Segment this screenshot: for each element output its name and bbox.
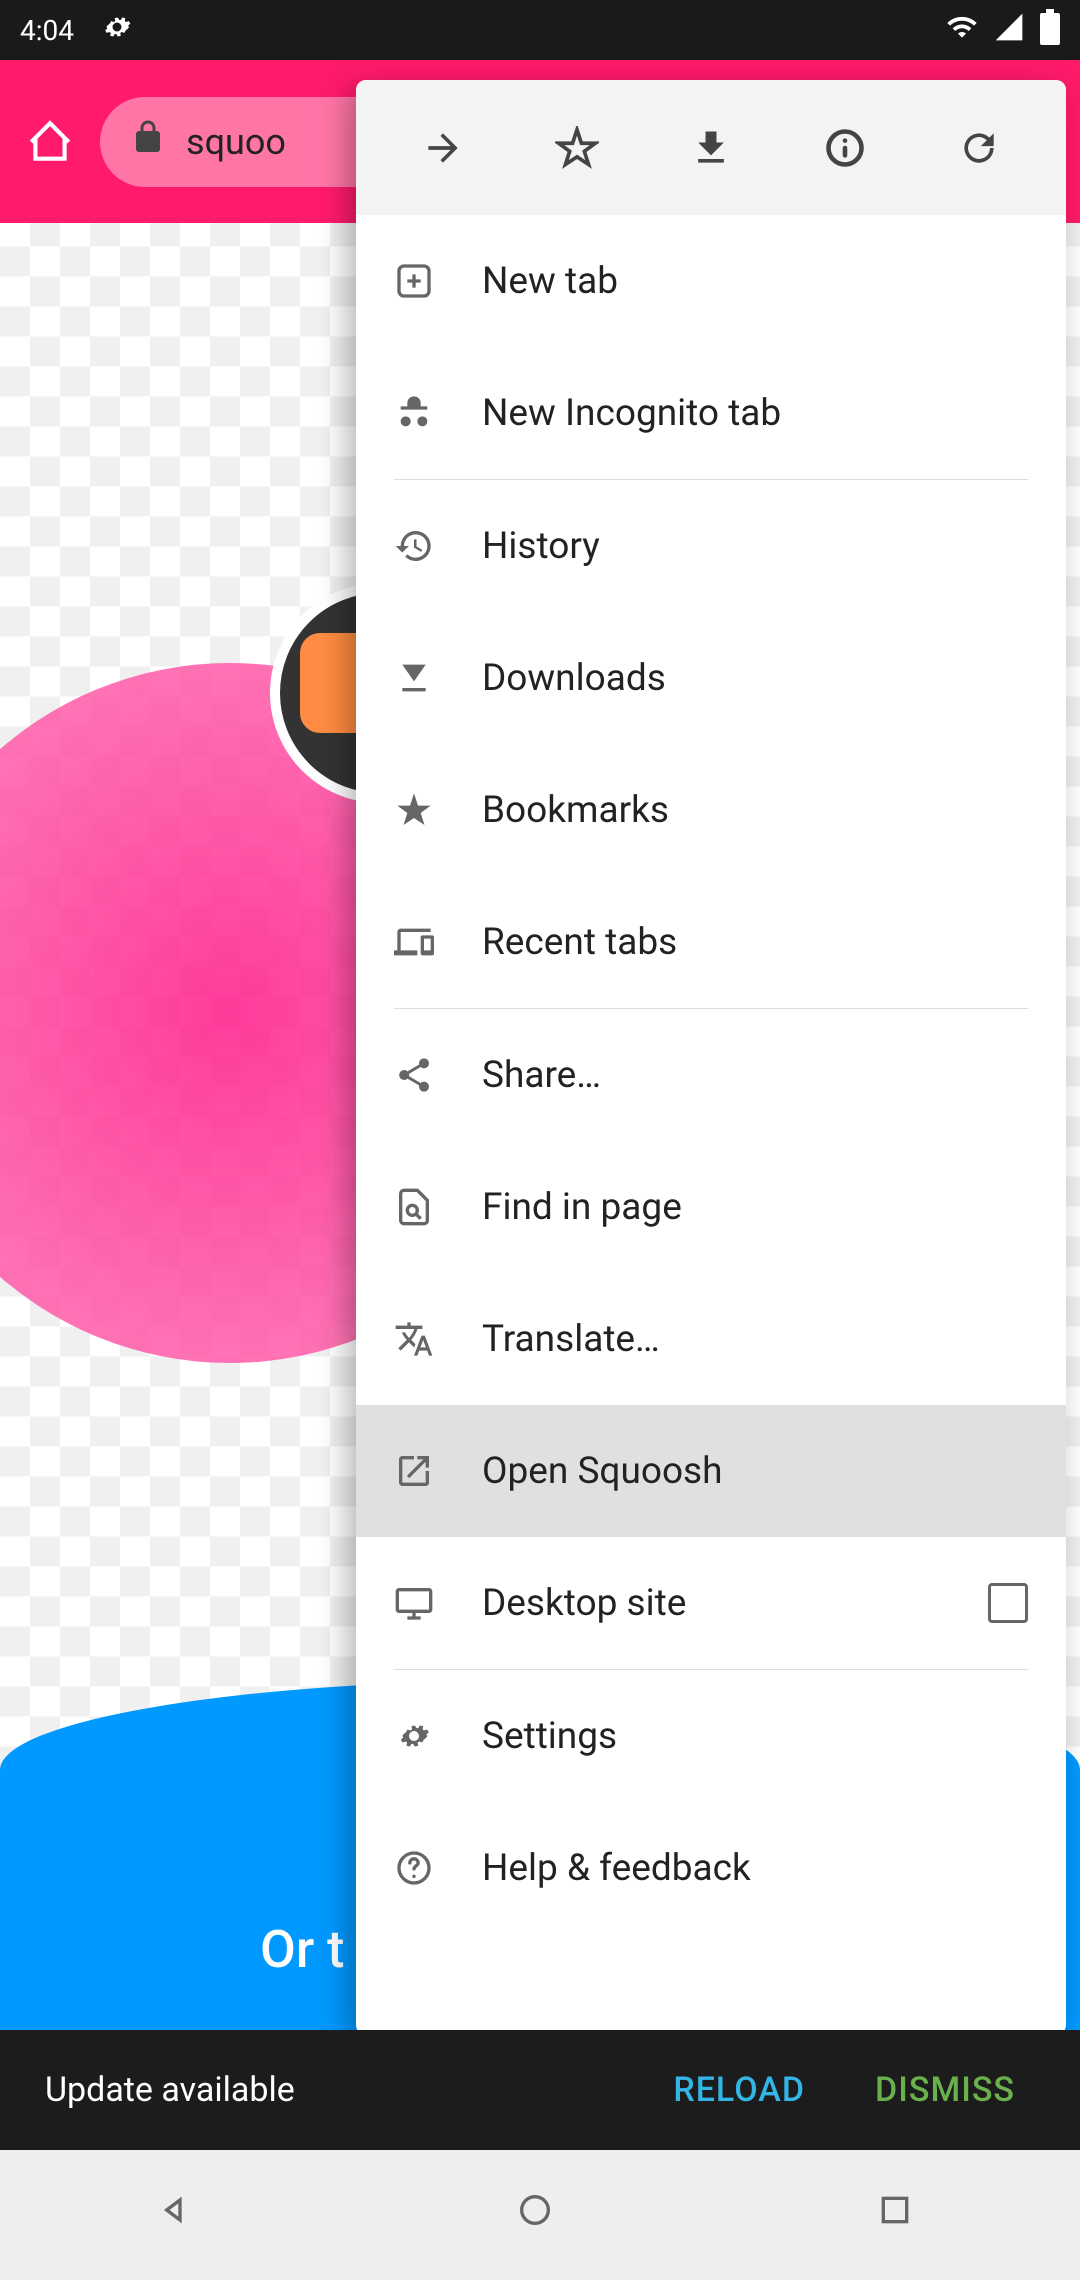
home-nav-button[interactable] <box>515 2190 565 2240</box>
help-icon <box>394 1848 434 1888</box>
menu-item-label: Bookmarks <box>482 789 1028 832</box>
back-button[interactable] <box>155 2190 205 2240</box>
menu-share[interactable]: Share… <box>356 1009 1066 1141</box>
downloads-icon <box>394 658 434 698</box>
hero-text: Or t <box>260 1919 344 1980</box>
menu-recent-tabs[interactable]: Recent tabs <box>356 876 1066 1008</box>
overview-button[interactable] <box>875 2190 925 2240</box>
menu-find[interactable]: Find in page <box>356 1141 1066 1273</box>
menu-item-label: Help & feedback <box>482 1847 1028 1890</box>
battery-icon <box>1040 9 1060 52</box>
bookmark-button[interactable] <box>537 108 617 188</box>
desktop-icon <box>394 1583 434 1623</box>
menu-settings[interactable]: Settings <box>356 1670 1066 1802</box>
history-icon <box>394 526 434 566</box>
new-tab-icon <box>394 261 434 301</box>
menu-incognito[interactable]: New Incognito tab <box>356 347 1066 479</box>
snackbar-message: Update available <box>45 2070 623 2110</box>
incognito-icon <box>394 393 434 433</box>
bookmarks-icon <box>394 790 434 830</box>
signal-icon <box>993 11 1025 50</box>
status-time: 4:04 <box>20 14 74 47</box>
menu-item-label: Find in page <box>482 1186 1028 1229</box>
menu-bookmarks[interactable]: Bookmarks <box>356 744 1066 876</box>
menu-help[interactable]: Help & feedback <box>356 1802 1066 1934</box>
update-snackbar: Update available RELOAD DISMISS <box>0 2030 1080 2150</box>
info-button[interactable] <box>805 108 885 188</box>
wifi-icon <box>946 11 978 50</box>
download-button[interactable] <box>671 108 751 188</box>
settings-icon <box>99 9 135 52</box>
menu-item-label: Open Squoosh <box>482 1450 1028 1493</box>
share-icon <box>394 1055 434 1095</box>
reload-button[interactable] <box>939 108 1019 188</box>
menu-item-label: Recent tabs <box>482 921 1028 964</box>
navigation-bar <box>0 2150 1080 2280</box>
menu-item-label: Settings <box>482 1715 1028 1758</box>
menu-item-label: Downloads <box>482 657 1028 700</box>
find-icon <box>394 1187 434 1227</box>
lock-icon <box>130 119 166 164</box>
menu-desktop-site[interactable]: Desktop site <box>356 1537 1066 1669</box>
overflow-menu: New tab New Incognito tab History Downlo… <box>356 80 1066 2035</box>
menu-translate[interactable]: Translate… <box>356 1273 1066 1405</box>
menu-toolbar <box>356 80 1066 215</box>
menu-item-label: New tab <box>482 260 1028 303</box>
menu-item-label: Share… <box>482 1054 1028 1097</box>
desktop-checkbox[interactable] <box>988 1583 1028 1623</box>
menu-history[interactable]: History <box>356 480 1066 612</box>
open-app-icon <box>394 1451 434 1491</box>
menu-item-label: Translate… <box>482 1318 1028 1361</box>
translate-icon <box>394 1319 434 1359</box>
menu-open-app[interactable]: Open Squoosh <box>356 1405 1066 1537</box>
url-text: squoo <box>186 121 286 163</box>
status-bar: 4:04 <box>0 0 1080 60</box>
status-icons <box>946 9 1060 52</box>
dismiss-action[interactable]: DISMISS <box>855 2070 1035 2110</box>
menu-new-tab[interactable]: New tab <box>356 215 1066 347</box>
menu-item-label: New Incognito tab <box>482 392 1028 435</box>
menu-downloads[interactable]: Downloads <box>356 612 1066 744</box>
menu-list: New tab New Incognito tab History Downlo… <box>356 215 1066 2035</box>
devices-icon <box>394 922 434 962</box>
gear-icon <box>394 1716 434 1756</box>
home-button[interactable] <box>20 112 80 172</box>
menu-item-label: History <box>482 525 1028 568</box>
menu-item-label: Desktop site <box>482 1582 940 1625</box>
reload-action[interactable]: RELOAD <box>653 2070 825 2110</box>
forward-button[interactable] <box>403 108 483 188</box>
